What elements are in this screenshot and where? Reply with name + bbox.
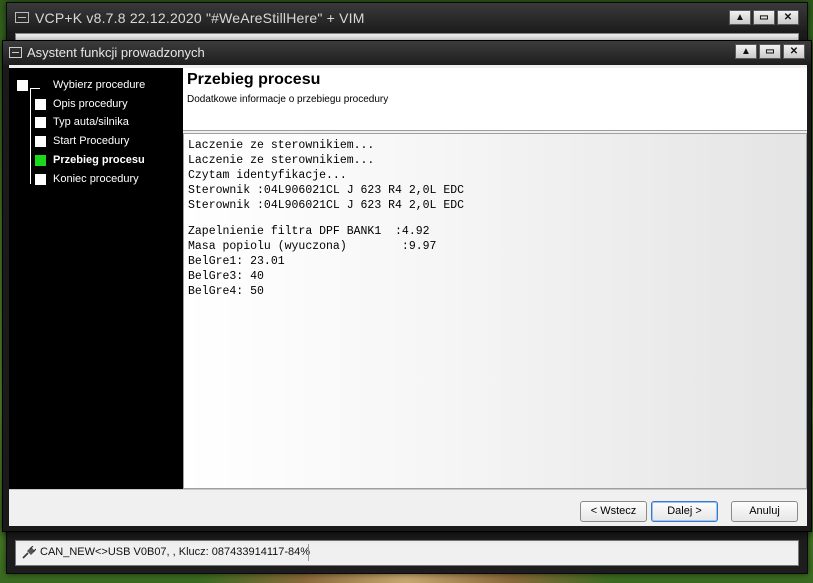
step-label: Start Procedury [53,135,130,147]
page-subtitle: Dodatkowe informacje o przebiegu procedu… [187,94,389,105]
process-log[interactable]: Laczenie ze sterownikiem... Laczenie ze … [183,133,807,489]
plug-icon [22,546,36,559]
log-line: Masa popiolu (wyuczona) :9.97 [188,240,437,253]
maximize-button[interactable]: ▭ [753,10,775,25]
log-line: Sterownik :04L906021CL J 623 R4 2,0L EDC [188,199,465,212]
log-line: Zapelnienie filtra DPF BANK1 :4.92 [188,225,430,238]
status-separator [308,544,309,561]
header-divider [183,130,807,131]
log-line: Czytam identyfikacje... [188,169,347,182]
tree-connector [30,88,40,89]
step-checkbox-icon [35,117,46,128]
dialog-window-controls: ▲ ▭ ✕ [735,44,805,59]
back-button[interactable]: < Wstecz [580,501,647,522]
wizard-dialog: Asystent funkcji prowadzonych ▲ ▭ ✕ Wybi… [2,40,812,532]
step-label: Koniec procedury [53,173,139,185]
step-label: Typ auta/silnika [53,116,129,128]
cancel-button[interactable]: Anuluj [731,501,798,522]
dialog-title-bar[interactable]: Asystent funkcji prowadzonych ▲ ▭ ✕ [3,41,811,65]
log-line: BelGre4: 50 [188,285,264,298]
main-title-bar[interactable]: VCP+K v8.7.8 22.12.2020 "#WeAreStillHere… [7,3,807,33]
log-line: BelGre3: 40 [188,270,264,283]
next-button[interactable]: Dalej > [651,501,718,522]
dialog-title: Asystent funkcji prowadzonych [27,45,205,60]
system-menu-icon[interactable] [15,12,29,23]
log-line: BelGre1: 23.01 [188,255,285,268]
dialog-body: Wybierz procedure Opis procedury Typ aut… [9,65,807,526]
dialog-close-button[interactable]: ✕ [783,44,805,59]
step-checkbox-icon [35,174,46,185]
main-window-controls: ▲ ▭ ✕ [729,10,799,25]
log-line: Laczenie ze sterownikiem... [188,139,375,152]
dialog-minimize-button[interactable]: ▲ [735,44,757,59]
minimize-button[interactable]: ▲ [729,10,751,25]
step-active-indicator-icon [35,155,46,166]
step-checkbox-icon [35,99,46,110]
step-checkbox-icon [17,80,28,91]
step-label: Opis procedury [53,98,128,110]
wizard-button-bar: < Wstecz Dalej > Anuluj [9,489,807,526]
dialog-system-menu-icon[interactable] [9,47,22,58]
log-line: Laczenie ze sterownikiem... [188,154,375,167]
main-window-title: VCP+K v8.7.8 22.12.2020 "#WeAreStillHere… [35,10,365,26]
dialog-maximize-button[interactable]: ▭ [759,44,781,59]
steps-tree: Wybierz procedure Opis procedury Typ aut… [9,68,183,489]
close-button[interactable]: ✕ [777,10,799,25]
tree-connector [30,88,31,184]
log-line: Sterownik :04L906021CL J 623 R4 2,0L EDC [188,184,465,197]
page-header: Przebieg procesu Dodatkowe informacje o … [183,68,807,130]
page-title: Przebieg procesu [187,71,321,88]
step-checkbox-icon [35,136,46,147]
log-blank-line [188,213,806,224]
status-text: CAN_NEW<>USB V0B07, , Klucz: 08743391411… [40,546,311,558]
step-label: Przebieg procesu [53,154,145,166]
step-label: Wybierz procedure [53,79,146,91]
status-bar: CAN_NEW<>USB V0B07, , Klucz: 08743391411… [15,540,799,566]
